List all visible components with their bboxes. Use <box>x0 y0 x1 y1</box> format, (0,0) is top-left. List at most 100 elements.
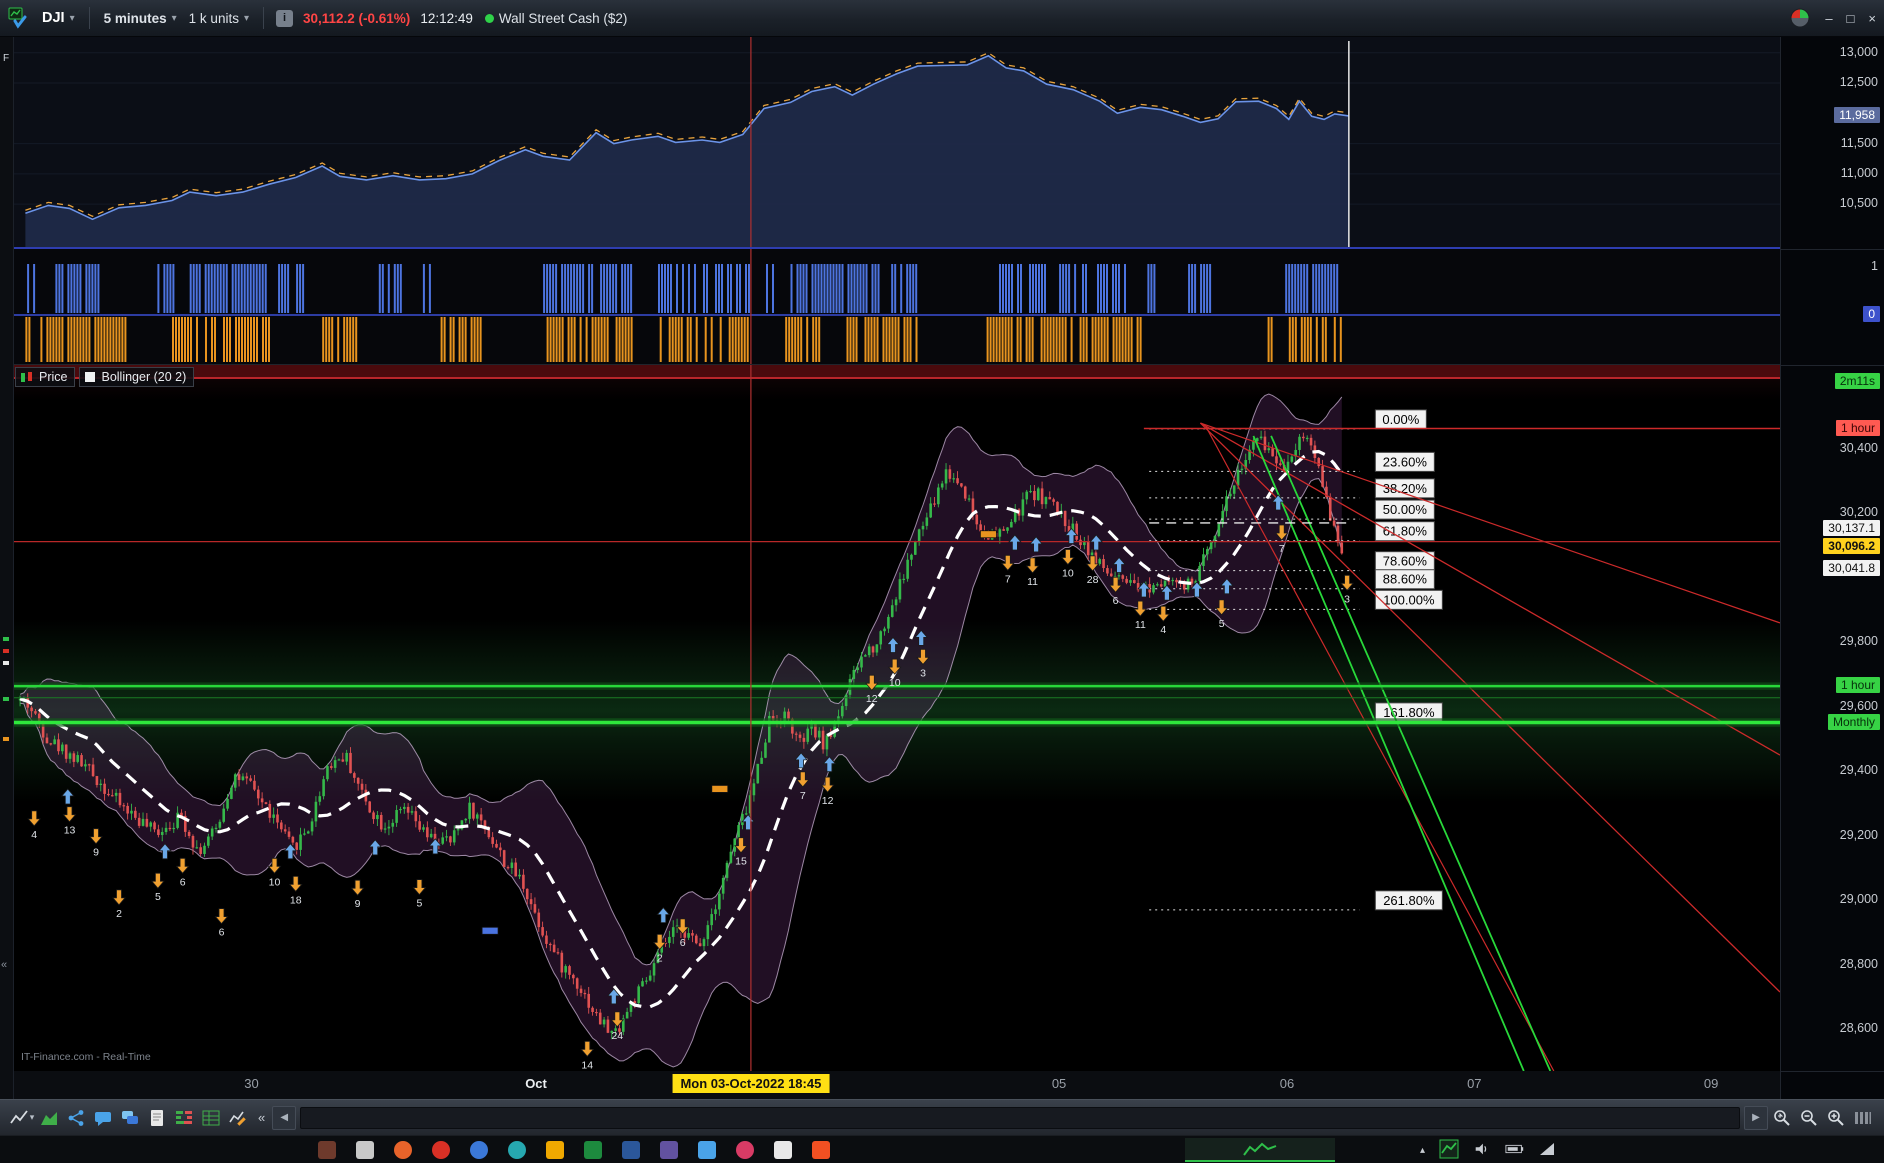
taskbar-app-4-icon[interactable] <box>432 1141 450 1159</box>
resistance-band <box>13 365 1780 377</box>
indicator-bar-up <box>694 264 696 313</box>
chart-area[interactable]: 0.00% 23.60% 38.20% 50.00% 61.80% 78.60% 88.60… <box>13 37 1780 1099</box>
level-badge-1hour-red[interactable]: 1 hour <box>1835 419 1880 436</box>
binary-indicator-panel[interactable] <box>13 249 1780 365</box>
share-button[interactable] <box>62 1105 89 1131</box>
zoom-in-button[interactable] <box>1822 1105 1849 1131</box>
indicator-bar-up <box>296 264 299 313</box>
chat-button[interactable] <box>89 1105 116 1131</box>
candle-body <box>1225 496 1228 512</box>
zoom-reset-button[interactable] <box>1768 1105 1795 1131</box>
position-marker[interactable] <box>711 785 729 793</box>
indicator-bar-down <box>211 317 213 362</box>
taskbar-app-10-icon[interactable] <box>660 1141 678 1159</box>
overview-toggle-button[interactable] <box>35 1105 62 1131</box>
indicator-bar-up <box>1315 264 1318 313</box>
taskbar-app-13-icon[interactable] <box>774 1141 792 1159</box>
taskbar-app-9-icon[interactable] <box>622 1141 640 1159</box>
taskbar-app-12-icon[interactable] <box>736 1141 754 1159</box>
level-badge-monthly[interactable]: Monthly <box>1827 713 1880 730</box>
indicator-last-value-badge[interactable]: 0 <box>1863 306 1880 322</box>
tray-speaker-icon[interactable] <box>1473 1140 1491 1161</box>
tray-chart-icon[interactable] <box>1439 1139 1459 1162</box>
candle-body <box>222 808 226 822</box>
collapse-panel-icon[interactable]: « <box>1 959 7 971</box>
collapse-toolbar-icon[interactable]: « <box>258 1110 265 1125</box>
app-logo-icon <box>8 6 30 30</box>
chart-style-select[interactable]: ▾ <box>8 1105 35 1131</box>
taskbar-app-1-icon[interactable] <box>318 1141 336 1159</box>
legend-bollinger[interactable]: Bollinger (20 2) <box>79 367 195 387</box>
units-selector[interactable]: 1 k units ▾ <box>183 8 255 29</box>
taskbar-app-3-icon[interactable] <box>394 1141 412 1159</box>
chart-scrollbar[interactable] <box>300 1106 1740 1129</box>
candle-body <box>172 827 176 830</box>
level-badge-1hour-green[interactable]: 1 hour <box>1835 677 1880 694</box>
taskbar-app-6-icon[interactable] <box>508 1141 526 1159</box>
indicator-bar-up <box>1038 264 1040 313</box>
indicator-bar-down <box>615 317 618 362</box>
symbol-selector[interactable]: DJI ▾ <box>36 7 81 29</box>
candle-body <box>652 963 656 976</box>
indicator-bar-up <box>396 264 399 313</box>
market-depth-button[interactable] <box>170 1105 197 1131</box>
main-price-chart[interactable]: 0.00%23.60%38.20%50.00%61.80%78.60%88.60… <box>13 365 1780 1071</box>
taskbar-active-app-button[interactable] <box>1185 1138 1335 1162</box>
news-button[interactable] <box>143 1105 170 1131</box>
indicator-bar-down <box>882 317 885 362</box>
candle-body <box>414 811 418 822</box>
candle-body <box>379 814 383 830</box>
candle-body <box>1102 559 1105 569</box>
chart-settings-button[interactable] <box>224 1105 251 1131</box>
candle-body <box>760 757 763 764</box>
indicator-bar-up <box>721 264 723 313</box>
taskbar-app-5-icon[interactable] <box>470 1141 488 1159</box>
zoom-out-button[interactable] <box>1795 1105 1822 1131</box>
timeframe-selector[interactable]: 5 minutes ▾ <box>98 8 183 29</box>
candle-body <box>1086 541 1090 556</box>
tray-battery-icon[interactable] <box>1505 1143 1525 1158</box>
indicator-bar-up <box>727 264 729 313</box>
indicator-bar-down <box>256 317 258 362</box>
candle-body <box>145 818 149 827</box>
last-price-badge[interactable]: 30,096.2 <box>1823 537 1880 554</box>
candle-body <box>1275 456 1278 464</box>
price-axis[interactable]: 13,000 12,500 11,500 11,000 10,500 11,958 1 0 30… <box>1780 37 1884 1099</box>
indicator-bar-down <box>1049 317 1052 362</box>
indicator-bar-down <box>570 317 573 362</box>
candle-body <box>1010 521 1013 528</box>
position-marker[interactable] <box>481 926 499 935</box>
candle-body <box>502 850 506 868</box>
level-badge-30137[interactable]: 30,137.1 <box>1823 520 1880 537</box>
minimize-button[interactable]: – <box>1825 11 1832 26</box>
tray-network-icon[interactable] <box>1539 1142 1555 1159</box>
forum-button[interactable] <box>116 1105 143 1131</box>
indicator-bar-down <box>797 317 800 362</box>
countdown-badge[interactable]: 2m11s <box>1834 373 1880 390</box>
scroll-right-button[interactable]: ▶ <box>1744 1105 1768 1130</box>
grid-icon <box>202 1110 219 1125</box>
tray-expand-icon[interactable]: ▴ <box>1420 1145 1425 1156</box>
level-badge-30041[interactable]: 30,041.8 <box>1823 559 1880 576</box>
candle-body <box>556 952 560 954</box>
candle-body <box>687 933 690 938</box>
taskbar-app-2-icon[interactable] <box>356 1141 374 1159</box>
info-icon[interactable]: i <box>275 9 293 27</box>
legend-price[interactable]: Price <box>15 367 76 387</box>
close-button[interactable]: × <box>1868 11 1876 26</box>
overview-last-price-badge[interactable]: 11,958 <box>1834 106 1880 123</box>
signal-count-label: 3 <box>920 667 926 679</box>
scroll-left-button[interactable]: ◀ <box>272 1105 297 1130</box>
taskbar-app-11-icon[interactable] <box>698 1141 716 1159</box>
taskbar-app-7-icon[interactable] <box>546 1141 564 1159</box>
taskbar-app-14-icon[interactable] <box>812 1141 830 1159</box>
periodicity-button[interactable] <box>1849 1105 1876 1131</box>
indicator-bar-down <box>1016 317 1019 362</box>
orderbook-button[interactable] <box>197 1105 224 1131</box>
overview-chart[interactable] <box>13 37 1780 249</box>
restore-button[interactable]: □ <box>1847 11 1855 26</box>
indicator-bar-down <box>190 317 192 362</box>
position-marker[interactable] <box>979 530 997 539</box>
taskbar-app-8-icon[interactable] <box>584 1141 602 1159</box>
connection-globe-icon[interactable] <box>1789 7 1811 29</box>
